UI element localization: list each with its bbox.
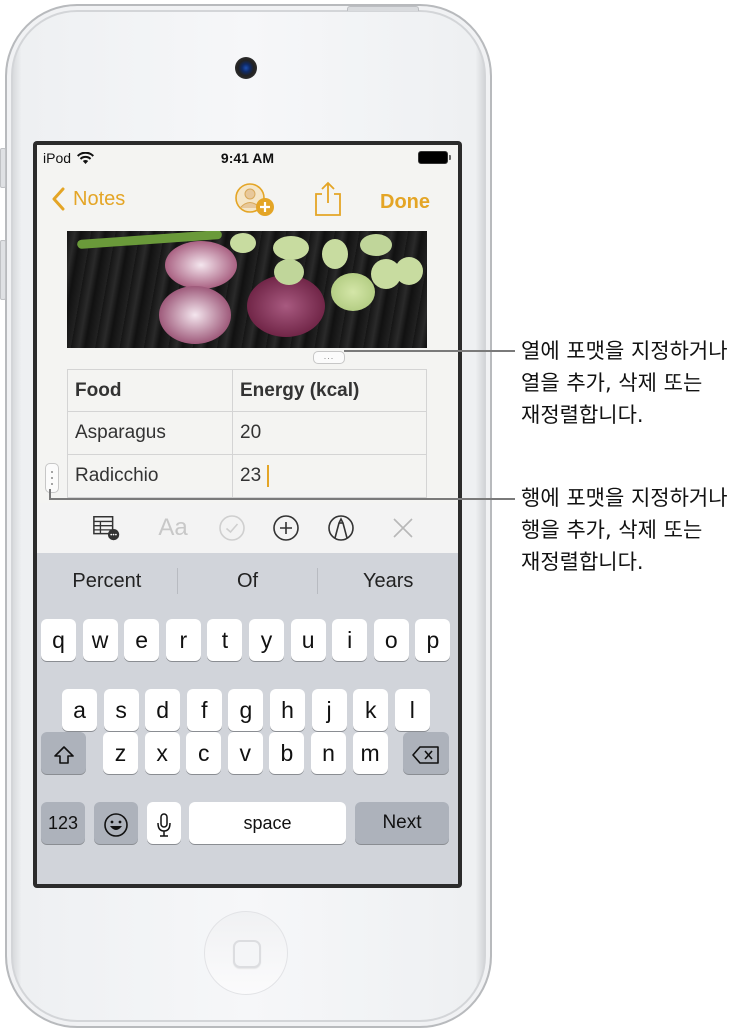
column-callout-text: 열에 포맷을 지정하거나 열을 추가, 삭제 또는 재정렬합니다.: [521, 339, 728, 427]
row-callout-text: 행에 포맷을 지정하거나 행을 추가, 삭제 또는 재정렬합니다.: [521, 486, 728, 574]
row-callout-line: [49, 489, 515, 500]
